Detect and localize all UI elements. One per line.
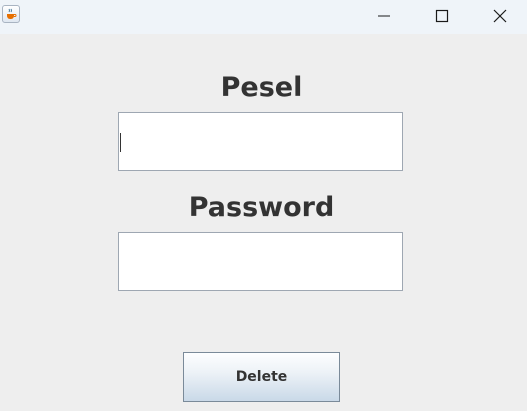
pesel-label: Pesel xyxy=(220,72,303,103)
java-coffee-icon[interactable] xyxy=(2,5,20,23)
close-icon xyxy=(493,9,507,23)
password-input[interactable] xyxy=(118,232,403,291)
maximize-button[interactable] xyxy=(413,0,471,32)
minimize-icon xyxy=(378,15,390,17)
delete-button[interactable]: Delete xyxy=(183,352,340,402)
pesel-input[interactable] xyxy=(118,112,403,171)
text-caret xyxy=(120,133,121,152)
app-window: Pesel Password Delete xyxy=(0,0,527,411)
title-bar[interactable] xyxy=(0,0,527,34)
minimize-button[interactable] xyxy=(355,0,413,32)
maximize-icon xyxy=(435,9,449,23)
close-button[interactable] xyxy=(471,0,527,32)
password-label: Password xyxy=(188,192,335,223)
